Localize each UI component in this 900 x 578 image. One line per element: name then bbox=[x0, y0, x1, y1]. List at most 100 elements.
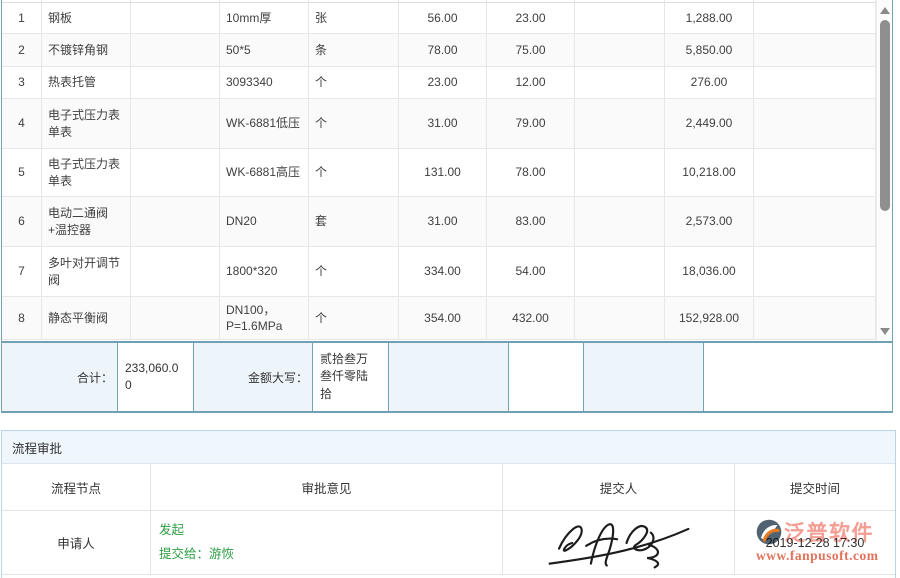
item-extra3 bbox=[754, 67, 876, 99]
item-unit: 张 bbox=[309, 3, 399, 34]
totals-empty-cell bbox=[584, 343, 704, 411]
vertical-scrollbar[interactable] bbox=[876, 0, 892, 341]
watermark-url-text: www.fanpusoft.com bbox=[756, 548, 879, 564]
purchase-detail-sheet: 1钢板10mm厚张56.0023.001,288.002不镀锌角钢50*5条78… bbox=[1, 0, 893, 413]
item-qty: 354.00 bbox=[399, 297, 487, 340]
table-row: 2不镀锌角钢 50*5条78.0075.00 5,850.00 bbox=[2, 34, 876, 67]
item-unit: 套 bbox=[309, 197, 399, 247]
table-row: 6电动二通阀+温控器 DN20套31.0083.00 2,573.00 bbox=[2, 197, 876, 247]
row-index: 4 bbox=[2, 99, 42, 149]
item-extra2 bbox=[575, 149, 665, 197]
item-amount: 10,218.00 bbox=[665, 149, 754, 197]
scrollbar-thumb[interactable] bbox=[880, 20, 890, 211]
item-name: 多叶对开调节阀 bbox=[42, 247, 131, 297]
item-name: 静态平衡阀 bbox=[42, 297, 131, 340]
totals-empty-cell bbox=[389, 343, 509, 411]
row-index: 7 bbox=[2, 247, 42, 297]
item-extra bbox=[131, 99, 220, 149]
item-amount: 2,573.00 bbox=[665, 197, 754, 247]
totals-row: 合计： 233,060.00 金额大写： 贰拾叁万叁仟零陆拾 bbox=[2, 341, 892, 413]
totals-label: 合计： bbox=[2, 343, 118, 411]
row-index: 8 bbox=[2, 297, 42, 340]
vendor-watermark: 泛普软件 www.fanpusoft.com bbox=[756, 517, 879, 564]
item-qty: 334.00 bbox=[399, 247, 487, 297]
totals-empty-cell bbox=[704, 343, 892, 411]
item-spec: WK-6881低压 bbox=[220, 99, 309, 149]
scroll-down-arrow-icon[interactable] bbox=[880, 328, 890, 335]
row-index: 3 bbox=[2, 67, 42, 99]
item-price: 78.00 bbox=[487, 149, 575, 197]
flow-node-cell: 申请人 bbox=[2, 511, 151, 574]
item-qty: 31.00 bbox=[399, 197, 487, 247]
item-extra3 bbox=[754, 149, 876, 197]
watermark-brand-text: 泛普软件 bbox=[784, 517, 874, 547]
item-unit: 个 bbox=[309, 67, 399, 99]
item-extra2 bbox=[575, 3, 665, 34]
item-qty: 56.00 bbox=[399, 3, 487, 34]
item-spec: 10mm厚 bbox=[220, 3, 309, 34]
detail-grid-viewport: 1钢板10mm厚张56.0023.001,288.002不镀锌角钢50*5条78… bbox=[2, 0, 892, 341]
opinion-submit-to: 提交给：游恢 bbox=[159, 543, 234, 567]
item-extra bbox=[131, 67, 220, 99]
totals-empty-cell bbox=[509, 343, 584, 411]
item-extra bbox=[131, 297, 220, 340]
item-price: 83.00 bbox=[487, 197, 575, 247]
item-unit: 条 bbox=[309, 34, 399, 67]
item-extra bbox=[131, 3, 220, 34]
approval-header-row: 流程节点 审批意见 提交人 提交时间 bbox=[2, 464, 895, 511]
opinion-action: 发起 bbox=[159, 519, 184, 543]
item-extra2 bbox=[575, 34, 665, 67]
item-extra2 bbox=[575, 67, 665, 99]
amount-in-words-value: 贰拾叁万叁仟零陆拾 bbox=[313, 343, 389, 411]
scroll-up-arrow-icon[interactable] bbox=[880, 7, 890, 14]
item-unit: 个 bbox=[309, 149, 399, 197]
row-index: 2 bbox=[2, 34, 42, 67]
item-extra2 bbox=[575, 197, 665, 247]
item-extra3 bbox=[754, 197, 876, 247]
item-extra bbox=[131, 247, 220, 297]
fanpu-logo-icon bbox=[756, 519, 782, 545]
item-spec: WK-6881高压 bbox=[220, 149, 309, 197]
item-unit: 个 bbox=[309, 99, 399, 149]
totals-amount: 233,060.00 bbox=[118, 343, 194, 411]
item-extra bbox=[131, 149, 220, 197]
item-extra2 bbox=[575, 297, 665, 340]
header-submit-time: 提交时间 bbox=[735, 464, 895, 510]
item-amount: 152,928.00 bbox=[665, 297, 754, 340]
item-name: 不镀锌角钢 bbox=[42, 34, 131, 67]
item-price: 23.00 bbox=[487, 3, 575, 34]
item-spec: 50*5 bbox=[220, 34, 309, 67]
item-unit: 个 bbox=[309, 247, 399, 297]
item-spec: 1800*320 bbox=[220, 247, 309, 297]
amount-in-words-label: 金额大写： bbox=[194, 343, 313, 411]
table-row: 4电子式压力表单表WK-6881低压个31.0079.002,449.00 bbox=[2, 99, 876, 149]
item-extra3 bbox=[754, 3, 876, 34]
item-amount: 276.00 bbox=[665, 67, 754, 99]
item-extra2 bbox=[575, 99, 665, 149]
item-extra3 bbox=[754, 247, 876, 297]
table-row: 8静态平衡阀DN100，P=1.6MPa个354.00432.00152,928… bbox=[2, 297, 876, 340]
item-amount: 2,449.00 bbox=[665, 99, 754, 149]
row-index: 1 bbox=[2, 3, 42, 34]
row-index: 6 bbox=[2, 197, 42, 247]
item-extra3 bbox=[754, 99, 876, 149]
item-qty: 78.00 bbox=[399, 34, 487, 67]
item-spec: 3093340 bbox=[220, 67, 309, 99]
signature-image bbox=[544, 516, 694, 570]
table-row: 5电子式压力表单表WK-6881高压个131.0078.0010,218.00 bbox=[2, 149, 876, 197]
item-extra3 bbox=[754, 297, 876, 340]
item-name: 电动二通阀+温控器 bbox=[42, 197, 131, 247]
item-name: 电子式压力表单表 bbox=[42, 99, 131, 149]
item-price: 432.00 bbox=[487, 297, 575, 340]
item-price: 79.00 bbox=[487, 99, 575, 149]
item-price: 75.00 bbox=[487, 34, 575, 67]
item-amount: 5,850.00 bbox=[665, 34, 754, 67]
item-spec: DN20 bbox=[220, 197, 309, 247]
item-price: 54.00 bbox=[487, 247, 575, 297]
table-row: 1钢板10mm厚张56.0023.001,288.00 bbox=[2, 3, 876, 34]
approval-panel-title: 流程审批 bbox=[2, 431, 895, 464]
item-amount: 18,036.00 bbox=[665, 247, 754, 297]
header-flow-node: 流程节点 bbox=[2, 464, 151, 510]
rows-area: 1钢板10mm厚张56.0023.001,288.002不镀锌角钢50*5条78… bbox=[2, 0, 876, 341]
submitter-signature bbox=[503, 511, 735, 574]
